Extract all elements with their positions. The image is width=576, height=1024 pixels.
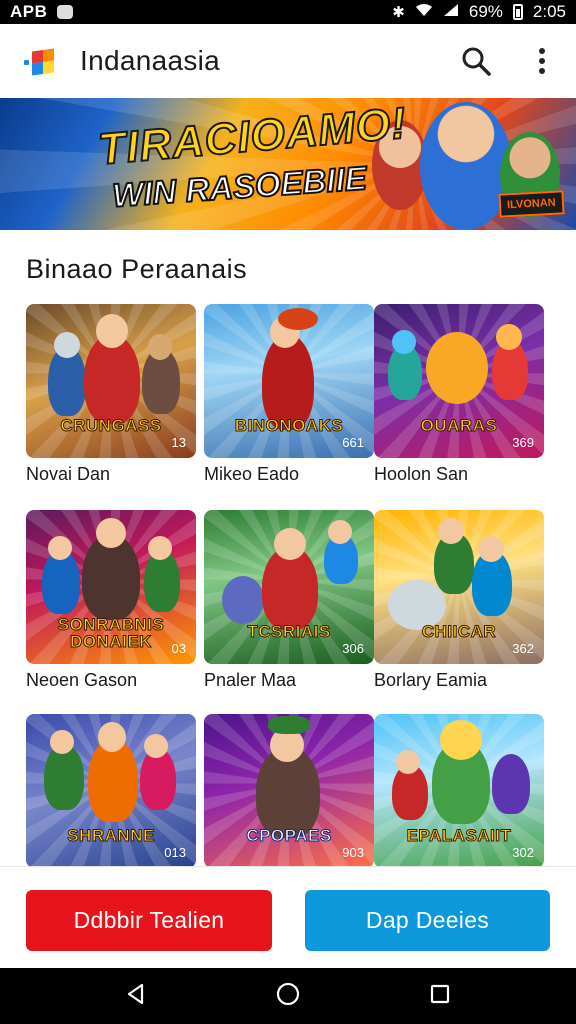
game-count: 302 (512, 845, 534, 860)
game-thumbnail-title: SHRANNE (67, 826, 155, 845)
game-thumbnail: OUARAS 369 (374, 304, 544, 458)
game-thumbnail: SHRANNE 013 (26, 714, 196, 868)
game-count: 03 (171, 641, 186, 656)
home-button[interactable] (275, 981, 301, 1012)
game-thumbnail: SONRABNIS DONAIEK 03 (26, 510, 196, 664)
game-label: Pnaler Maa (204, 670, 297, 690)
more-vertical-icon (539, 48, 545, 74)
game-label: Neoen Gason (26, 670, 138, 690)
recents-button[interactable] (428, 982, 452, 1011)
bluetooth-icon: ✱ (392, 4, 405, 21)
bottom-action-panel: Ddbbir Tealien Dap Deeies (0, 866, 576, 968)
game-thumbnail-title: SONRABNIS DONAIEK (57, 615, 165, 651)
game-count: 013 (164, 845, 186, 860)
promo-banner[interactable]: TIRACIOAMO! WIN RASOEBIIE ILVONAN (0, 98, 576, 230)
game-card[interactable]: EPALASAIIT 302 (374, 714, 544, 868)
back-triangle-icon (127, 983, 143, 1004)
game-label: Borlary Eamia (374, 670, 488, 690)
game-thumbnail: CRUNGASS 13 (26, 304, 196, 458)
game-thumbnail: TCSRIAIS 306 (204, 510, 374, 664)
game-card[interactable]: BINONOAKS 661 Mikeo Eado (204, 304, 374, 485)
game-thumbnail: CPOPAES 903 (204, 714, 374, 868)
game-card[interactable]: CRUNGASS 13 Novai Dan (26, 304, 196, 485)
game-thumbnail-title: EPALASAIIT (406, 826, 512, 845)
game-label: Novai Dan (26, 464, 111, 484)
game-label: Mikeo Eado (204, 464, 300, 484)
game-card[interactable]: TCSRIAIS 306 Pnaler Maa (204, 510, 374, 691)
game-thumbnail-title: CHIICAR (421, 622, 497, 641)
game-card[interactable]: CHIICAR 362 Borlary Eamia (374, 510, 544, 691)
game-thumbnail: CHIICAR 362 (374, 510, 544, 664)
banner-hero-art (420, 102, 512, 230)
game-count: 306 (342, 641, 364, 656)
search-button[interactable] (458, 43, 494, 79)
game-count: 13 (171, 435, 186, 450)
game-count: 362 (512, 641, 534, 656)
game-thumbnail-title: CRUNGASS (60, 416, 162, 435)
secondary-action-button[interactable]: Dap Deeies (305, 890, 550, 951)
battery-icon (512, 4, 523, 20)
game-count: 903 (342, 845, 364, 860)
game-thumbnail: EPALASAIIT 302 (374, 714, 544, 868)
game-card[interactable]: SONRABNIS DONAIEK 03 Neoen Gason (26, 510, 196, 691)
game-card[interactable]: OUARAS 369 Hoolon San (374, 304, 544, 485)
game-card[interactable]: SHRANNE 013 (26, 714, 196, 868)
game-count: 369 (512, 435, 534, 450)
back-button[interactable] (124, 982, 148, 1011)
game-card[interactable]: CPOPAES 903 (204, 714, 374, 868)
wifi-icon (415, 3, 433, 21)
recents-square-icon (431, 984, 450, 1003)
carrier-label: APB (10, 2, 48, 21)
clock: 2:05 (532, 2, 566, 21)
app-logo-icon (24, 44, 58, 78)
game-label: Hoolon San (374, 464, 469, 484)
overflow-menu-button[interactable] (524, 43, 560, 79)
banner-badge: ILVONAN (498, 190, 565, 218)
primary-action-button[interactable]: Ddbbir Tealien (26, 890, 272, 951)
notification-icon (57, 5, 74, 19)
app-title: Indanaasia (80, 45, 221, 76)
signal-icon (443, 3, 459, 21)
game-thumbnail-title: BINONOAKS (234, 416, 344, 435)
system-nav-bar (0, 968, 576, 1024)
search-icon (462, 47, 491, 76)
game-thumbnail: BINONOAKS 661 (204, 304, 374, 458)
app-bar: Indanaasia (0, 24, 576, 98)
game-thumbnail-title: TCSRIAIS (247, 622, 331, 641)
status-bar: APB ✱ 69% 2:05 (0, 0, 576, 24)
game-thumbnail-title: CPOPAES (246, 826, 332, 845)
game-count: 661 (342, 435, 364, 450)
battery-percent: 69% (468, 2, 503, 21)
home-circle-icon (276, 982, 300, 1005)
section-title: Binaao Peraanais (26, 254, 248, 284)
game-thumbnail-title: OUARAS (420, 416, 498, 435)
